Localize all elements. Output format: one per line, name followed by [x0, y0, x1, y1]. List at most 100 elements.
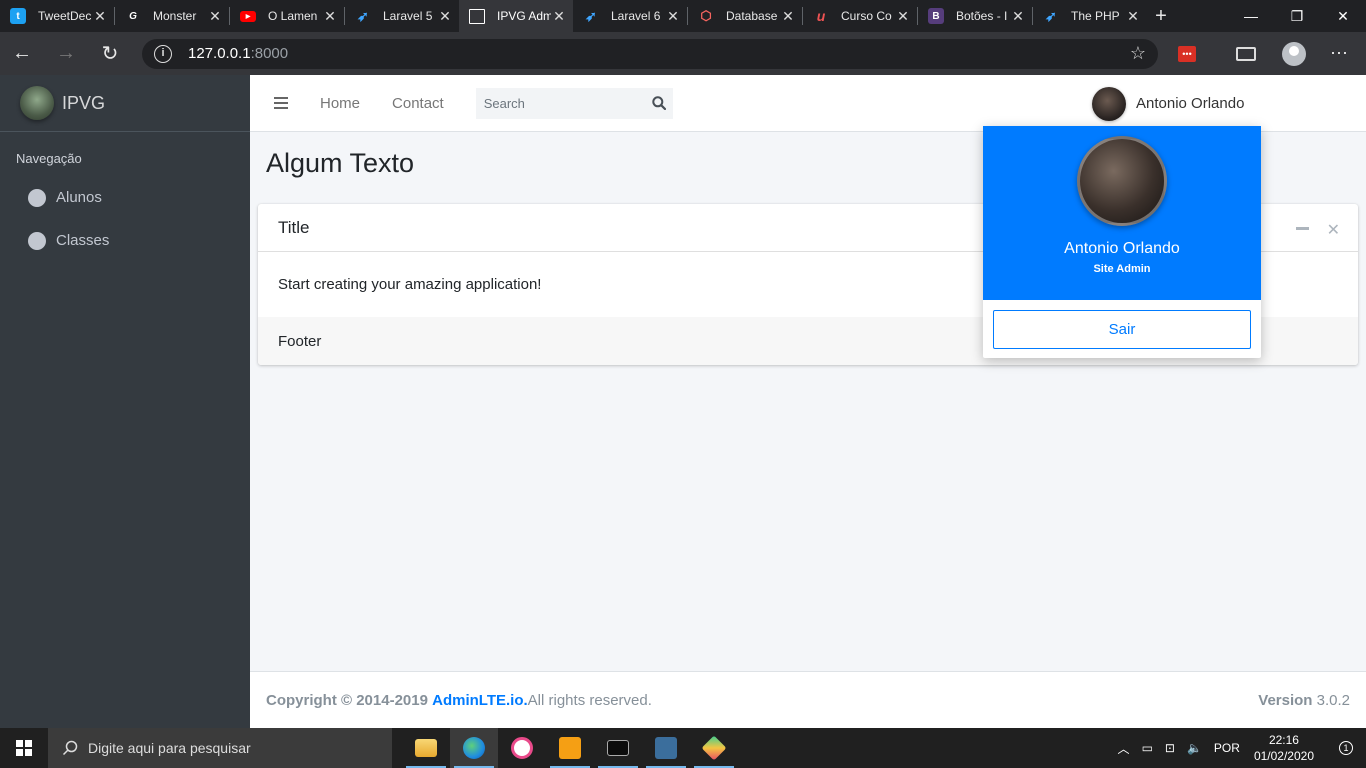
url-port: :8000 [250, 45, 289, 62]
profile-avatar-icon[interactable] [1282, 41, 1306, 66]
new-tab-icon[interactable]: + [1147, 0, 1175, 32]
search-icon[interactable] [645, 96, 673, 110]
tab-title: Botões - I [956, 9, 1008, 23]
circle-icon [28, 188, 46, 207]
browser-tab-active[interactable]: IPVG Adm ✕ [459, 0, 573, 32]
udemy-icon: u [816, 8, 826, 24]
tab-title: The PHP [1071, 9, 1120, 23]
monster-icon: G [129, 10, 137, 22]
back-arrow-icon[interactable]: ← [0, 32, 44, 75]
collapse-icon[interactable] [1295, 227, 1309, 230]
search-icon [62, 740, 78, 756]
bootstrap-icon: B [928, 8, 944, 24]
dropdown-user-role: Site Admin [1093, 263, 1151, 275]
hamburger-menu-icon[interactable] [274, 97, 288, 109]
card-tools: ✕ [1295, 220, 1340, 240]
close-icon[interactable]: ✕ [895, 8, 911, 25]
sidebar-item-classes[interactable]: Classes [0, 219, 250, 262]
itunes-icon[interactable] [498, 728, 546, 768]
sidebar-item-alunos[interactable]: Alunos [0, 176, 250, 219]
bookmark-star-icon[interactable]: ☆ [1130, 43, 1146, 64]
browser-tab[interactable]: ⬡ Database ✕ [688, 0, 802, 32]
edge-icon[interactable] [450, 728, 498, 768]
extension-icon[interactable]: ••• [1178, 45, 1196, 62]
browser-tab[interactable]: ➶ Laravel 5 ✕ [345, 0, 459, 32]
cast-icon[interactable] [1236, 46, 1256, 61]
nav-link-contact[interactable]: Contact [392, 95, 444, 112]
main-header: Home Contact Antonio Orlando [250, 75, 1366, 132]
rights-text: All rights reserved. [527, 691, 652, 709]
close-icon[interactable]: ✕ [1125, 8, 1141, 25]
terminal-icon[interactable] [594, 728, 642, 768]
browser-tab[interactable]: u Curso Co ✕ [803, 0, 917, 32]
close-icon[interactable]: ✕ [207, 8, 223, 25]
notification-count: 1 [1339, 741, 1353, 755]
chevron-up-icon[interactable]: ︿ [1118, 740, 1130, 757]
adminlte-link[interactable]: AdminLTE.io. [432, 692, 528, 709]
twitter-icon: t [10, 8, 26, 24]
browser-menu-icon[interactable]: ⋯ [1330, 43, 1349, 64]
search-input[interactable] [483, 95, 644, 111]
browser-tab[interactable]: ➶ Laravel 6 ✕ [573, 0, 687, 32]
taskbar-search-box[interactable]: Digite aqui para pesquisar [48, 728, 392, 768]
laravel-icon: ⬡ [700, 8, 712, 23]
browser-tab[interactable]: B Botões - I ✕ [918, 0, 1032, 32]
browser-tab[interactable]: G Monster ✕ [115, 0, 229, 32]
notification-center-icon[interactable]: 1 [1326, 741, 1366, 755]
taskbar-apps [402, 728, 738, 768]
tab-title: TweetDeck [38, 9, 92, 23]
tab-title: Monster [153, 9, 197, 23]
main-footer: Copyright © 2014-2019 AdminLTE.io. All r… [250, 671, 1366, 728]
user-name: Antonio Orlando [1136, 95, 1245, 112]
laracasts-icon: ➶ [357, 7, 369, 24]
restore-icon[interactable]: ❐ [1274, 0, 1320, 32]
sublime-text-icon[interactable] [546, 728, 594, 768]
battery-icon[interactable]: ▭ [1142, 741, 1153, 755]
forward-arrow-icon[interactable]: → [44, 32, 88, 75]
reload-icon[interactable]: ↻ [88, 32, 132, 75]
url-host: 127.0.0.1 [188, 45, 251, 62]
remove-icon[interactable]: ✕ [1327, 220, 1340, 240]
laracasts-icon: ➶ [1045, 7, 1057, 24]
brand-link[interactable]: IPVG [0, 75, 250, 132]
close-icon[interactable]: ✕ [780, 8, 796, 25]
volume-icon[interactable]: 🔈 [1187, 741, 1202, 755]
address-bar[interactable]: i 127.0.0.1:8000 ☆ [142, 38, 1158, 69]
user-avatar [1092, 86, 1126, 121]
copyright-text: Copyright © 2014-2019 [266, 691, 428, 709]
user-header: Antonio Orlando Site Admin [983, 126, 1261, 300]
info-icon[interactable]: i [154, 44, 172, 63]
page-icon [469, 8, 485, 24]
close-icon[interactable]: ✕ [437, 8, 453, 25]
window-close-icon[interactable]: ✕ [1320, 0, 1366, 32]
file-explorer-icon[interactable] [402, 728, 450, 768]
tab-title: Database [726, 9, 778, 23]
close-icon[interactable]: ✕ [92, 8, 108, 25]
mysql-workbench-icon[interactable] [642, 728, 690, 768]
sidebar-item-label: Classes [56, 232, 110, 249]
version-info: Version 3.0.2 [1258, 692, 1350, 709]
browser-tab[interactable]: ▶ O Lamen ✕ [230, 0, 344, 32]
close-icon[interactable]: ✕ [322, 8, 338, 25]
minimize-icon[interactable]: — [1228, 0, 1274, 32]
tab-title: Curso Co [841, 9, 892, 23]
git-kraken-icon[interactable] [690, 728, 738, 768]
browser-tab[interactable]: t TweetDeck ✕ [0, 0, 114, 32]
system-clock[interactable]: 22:16 01/02/2020 [1254, 732, 1314, 764]
nav-link-home[interactable]: Home [320, 95, 360, 112]
user-menu-toggle[interactable]: Antonio Orlando [1092, 75, 1244, 132]
user-profile-image [1077, 136, 1167, 226]
logout-button[interactable]: Sair [993, 310, 1251, 349]
window-controls: — ❐ ✕ [1228, 0, 1366, 32]
windows-start-icon[interactable] [0, 728, 48, 768]
nav-header: Navegação [16, 151, 82, 166]
user-footer: Sair [983, 300, 1261, 359]
close-icon[interactable]: ✕ [665, 8, 681, 25]
close-icon[interactable]: ✕ [551, 8, 567, 25]
browser-tab[interactable]: ➶ The PHP ✕ [1033, 0, 1147, 32]
network-icon[interactable]: ⊡ [1165, 741, 1175, 755]
tab-title: IPVG Adm [497, 9, 551, 23]
close-icon[interactable]: ✕ [1010, 8, 1026, 25]
clock-date: 01/02/2020 [1253, 749, 1314, 763]
language-indicator[interactable]: POR [1214, 741, 1240, 755]
